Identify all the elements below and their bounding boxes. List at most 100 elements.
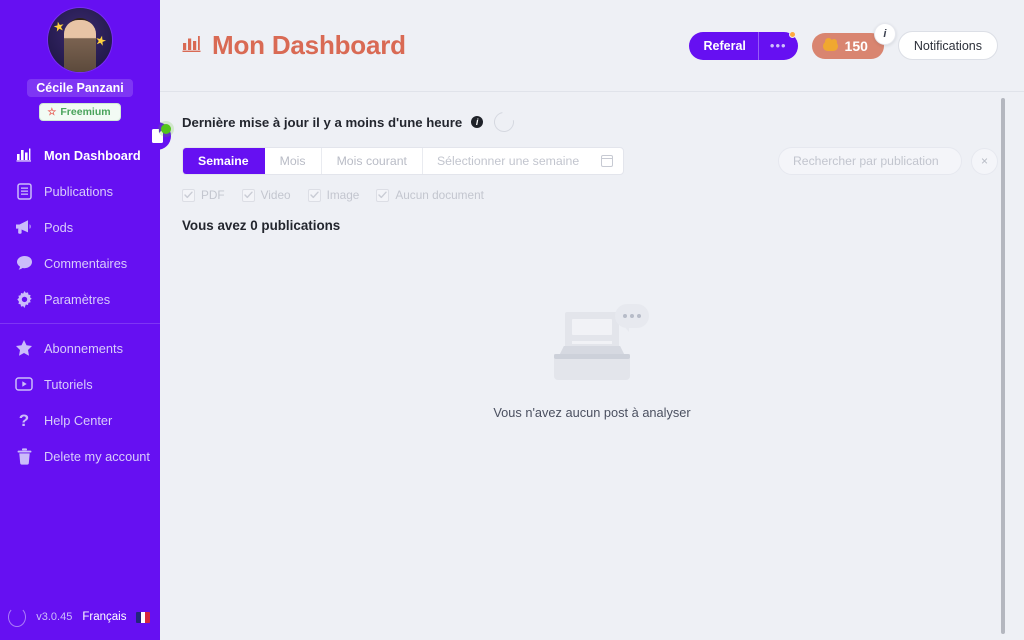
- sidebar-item-label: Publications: [44, 183, 114, 199]
- sidebar-item-tutoriels[interactable]: Tutoriels: [0, 366, 160, 402]
- sidebar-item-label: Tutoriels: [44, 376, 93, 392]
- tab-mois-courant[interactable]: Mois courant: [322, 148, 423, 174]
- avatar-container: ★ ★: [0, 0, 160, 72]
- sidebar-item-delete-my-account[interactable]: Delete my account: [0, 438, 160, 474]
- plan-container: ☆ Freemium: [0, 103, 160, 121]
- sidebar-nav-group-primary: Mon Dashboard Publications Pods Commenta…: [0, 137, 160, 317]
- document-icon: [14, 182, 34, 200]
- clear-search-button[interactable]: ×: [971, 147, 998, 175]
- sidebar-item-publications[interactable]: Publications: [0, 173, 160, 209]
- filter-pdf[interactable]: PDF: [182, 188, 225, 202]
- credits-badge[interactable]: 150 i: [811, 22, 896, 59]
- star-filled-icon: [14, 339, 34, 357]
- tab-mois[interactable]: Mois: [265, 148, 322, 174]
- tab-label: Mois courant: [336, 154, 407, 168]
- notifications-label: Notifications: [913, 38, 982, 53]
- sidebar-item-help-center[interactable]: ? Help Center: [0, 402, 160, 438]
- star-sticker-icon: ★: [51, 17, 67, 36]
- plan-label: Freemium: [60, 106, 111, 118]
- page-title: Mon Dashboard: [182, 30, 406, 61]
- ellipsis-icon[interactable]: •••: [759, 39, 798, 52]
- topbar: Mon Dashboard Referal ••• 150 i Notifica…: [160, 0, 1024, 92]
- scrollbar-thumb[interactable]: [1001, 98, 1005, 634]
- plan-badge[interactable]: ☆ Freemium: [39, 103, 121, 121]
- app-version-label: v3.0.45: [36, 611, 73, 623]
- search-area: ×: [778, 147, 998, 175]
- sidebar-item-mon-dashboard[interactable]: Mon Dashboard: [0, 137, 160, 173]
- document-band: [572, 319, 612, 335]
- french-flag-icon: [136, 611, 150, 623]
- star-outline-icon: ☆: [47, 106, 57, 118]
- filter-aucun-document[interactable]: Aucun document: [376, 188, 484, 202]
- checkbox-checked-icon[interactable]: [182, 188, 195, 202]
- week-picker-placeholder: Sélectionner une semaine: [436, 154, 580, 168]
- refresh-circle-icon[interactable]: [8, 607, 27, 627]
- sidebar-item-pods[interactable]: Pods: [0, 209, 160, 245]
- orange-notification-dot: [788, 30, 796, 38]
- sidebar-nav: Mon Dashboard Publications Pods Commenta…: [0, 137, 160, 474]
- reload-icon[interactable]: [490, 108, 519, 136]
- username-label: Cécile Panzani: [27, 79, 133, 97]
- bar-chart-icon: [14, 147, 34, 163]
- question-mark-icon: ?: [14, 411, 34, 429]
- bar-chart-icon: [182, 30, 203, 61]
- referal-label: Referal: [703, 38, 746, 53]
- referal-button[interactable]: Referal •••: [688, 30, 798, 60]
- sidebar-item-label: Help Center: [44, 412, 113, 428]
- period-selector: Semaine Mois Mois courant Sélectionner u…: [182, 147, 625, 175]
- week-picker[interactable]: Sélectionner une semaine: [423, 148, 623, 174]
- username-container: Cécile Panzani: [0, 79, 160, 97]
- sidebar-item-abonnements[interactable]: Abonnements: [0, 330, 160, 366]
- sidebar-item-label: Paramètres: [44, 291, 111, 307]
- filter-image[interactable]: Image: [307, 188, 360, 202]
- language-label[interactable]: Français: [82, 611, 126, 623]
- calendar-icon: [600, 155, 614, 167]
- filter-label: Video: [260, 188, 291, 202]
- sidebar-item-label: Abonnements: [44, 340, 123, 356]
- sidebar-item-commentaires[interactable]: Commentaires: [0, 245, 160, 281]
- filter-label: PDF: [201, 188, 225, 202]
- svg-text:?: ?: [19, 411, 29, 429]
- filter-video[interactable]: Video: [241, 188, 291, 202]
- filter-label: Image: [326, 188, 360, 202]
- page-title-text: Mon Dashboard: [212, 30, 406, 60]
- info-icon[interactable]: i: [873, 22, 896, 45]
- sidebar-footer: v3.0.45 Français: [0, 600, 160, 640]
- checkbox-checked-icon[interactable]: [376, 188, 390, 202]
- sidebar-item-parametres[interactable]: Paramètres: [0, 281, 160, 317]
- close-icon: ×: [980, 154, 988, 168]
- filter-label: Aucun document: [395, 188, 484, 202]
- gear-icon: [14, 290, 34, 308]
- filters-row: Semaine Mois Mois courant Sélectionner u…: [182, 147, 998, 175]
- empty-state-text: Vous n'avez aucun post à analyser: [493, 405, 691, 420]
- app-root: ★ ★ Cécile Panzani ☆ Freemium Mon Dashbo…: [0, 0, 1024, 640]
- sidebar-item-label: Mon Dashboard: [44, 147, 141, 163]
- type-filters: PDF Video Image Aucun document: [182, 188, 998, 202]
- notifications-button[interactable]: Notifications: [897, 31, 998, 60]
- info-icon[interactable]: i: [471, 116, 484, 128]
- checkbox-checked-icon[interactable]: [307, 188, 321, 202]
- last-update-text: Dernière mise à jour il y a moins d'une …: [182, 114, 463, 130]
- megaphone-icon: [14, 219, 34, 235]
- search-input[interactable]: [778, 147, 962, 175]
- trash-icon: [14, 447, 34, 465]
- empty-state: Vous n'avez aucun post à analyser: [160, 304, 1024, 420]
- video-play-icon: [14, 377, 34, 391]
- publications-count: Vous avez 0 publications: [182, 218, 341, 233]
- avatar[interactable]: ★ ★: [48, 8, 112, 72]
- content-area: Dernière mise à jour il y a moins d'une …: [160, 92, 1024, 420]
- tab-semaine[interactable]: Semaine: [183, 148, 265, 174]
- online-status-dot: [161, 124, 171, 134]
- star-sticker-icon: ★: [93, 31, 109, 50]
- credits-value: 150: [844, 37, 868, 54]
- speech-bubble-icon: [615, 304, 649, 332]
- coin-icon: [822, 37, 838, 51]
- speech-bubble-icon: [14, 255, 34, 271]
- main-content: Mon Dashboard Referal ••• 150 i Notifica…: [160, 0, 1024, 640]
- inbox-tray-illustration: [554, 346, 630, 380]
- tray-lip: [554, 354, 630, 359]
- checkbox-checked-icon[interactable]: [241, 188, 255, 202]
- empty-inbox-illustration: [537, 304, 649, 389]
- document-line: [572, 341, 612, 344]
- sidebar-item-label: Delete my account: [44, 448, 150, 464]
